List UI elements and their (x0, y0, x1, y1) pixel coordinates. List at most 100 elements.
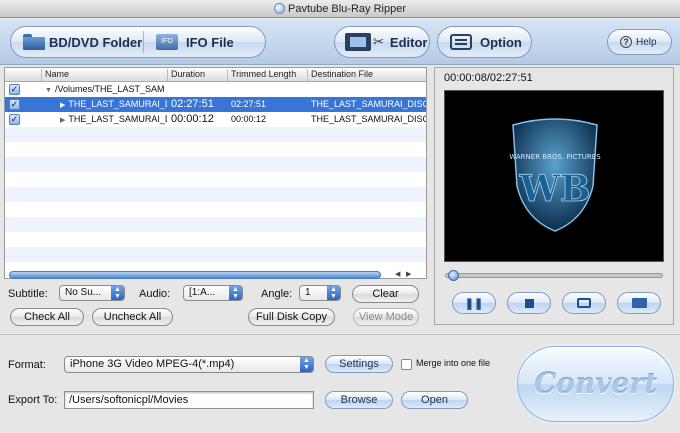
stop-icon (524, 298, 534, 308)
open-button[interactable]: Open (401, 391, 468, 409)
seek-handle[interactable] (448, 270, 459, 281)
table-row[interactable]: ✓ ▼/Volumes/THE_LAST_SAM (5, 82, 426, 97)
export-label: Export To: (8, 394, 58, 406)
clear-button[interactable]: Clear (352, 285, 419, 303)
seek-bar[interactable] (445, 273, 663, 278)
help-label: Help (636, 36, 657, 48)
empty-row (5, 232, 426, 247)
folder-icon (23, 34, 45, 50)
empty-row (5, 247, 426, 262)
row-checkbox[interactable]: ✓ (9, 99, 20, 110)
column-header-name[interactable]: Name (41, 69, 167, 81)
merge-checkbox[interactable] (401, 359, 412, 370)
audio-value: [1:A... (189, 287, 216, 298)
empty-row (5, 157, 426, 172)
option-label: Option (480, 34, 522, 50)
subtitle-label: Subtitle: (8, 288, 48, 300)
option-button[interactable]: Option (437, 26, 532, 58)
row-checkbox[interactable]: ✓ (9, 84, 20, 95)
list-header: Name Duration Trimmed Length Destination… (5, 68, 426, 82)
angle-label: Angle: (261, 288, 293, 300)
format-select[interactable]: iPhone 3G Video MPEG-4(*.mp4) ▲ ▼ (64, 356, 314, 373)
format-label: Format: (8, 359, 46, 371)
logo-letters: WB (519, 168, 591, 210)
open-folder-button[interactable] (617, 292, 661, 314)
snapshot-button[interactable] (562, 292, 606, 314)
stepper-icon: ▲ ▼ (300, 357, 313, 372)
check-all-button[interactable]: Check All (10, 308, 84, 326)
disclosure-closed-icon[interactable]: ▶ (60, 98, 65, 112)
camera-icon (577, 298, 591, 308)
row-name: ▶ THE_LAST_SAMURAI_DI (60, 112, 167, 127)
bd-dvd-folder-button[interactable]: BD/DVD Folder (11, 27, 143, 57)
title-bar: Pavtube Blu-Ray Ripper (0, 0, 680, 18)
angle-select[interactable]: 1 ▲ ▼ (299, 285, 341, 301)
toolbar: BD/DVD Folder IFO IFO File ✂ Editor Opti… (0, 19, 680, 65)
ifo-file-button[interactable]: IFO IFO File (144, 27, 234, 57)
empty-row (5, 187, 426, 202)
logo-text: WARNER BROS. PICTURES (509, 153, 601, 161)
uncheck-all-button[interactable]: Uncheck All (92, 308, 173, 326)
stepper-icon: ▲ ▼ (111, 286, 124, 300)
row-destination-file: THE_LAST_SAMURAI_DISC (311, 114, 426, 124)
option-icon (450, 34, 472, 50)
table-row[interactable]: ✓ ▶ THE_LAST_SAMURAI_DI 00:00:12 00:00:12 THE… (5, 112, 426, 127)
help-button[interactable]: ? Help (607, 29, 672, 55)
playback-time: 00:00:08/02:27:51 (444, 72, 533, 84)
export-path-field[interactable]: /Users/softonicpl/Movies (64, 391, 314, 409)
empty-row (5, 217, 426, 232)
scrollbar-thumb[interactable] (9, 271, 381, 279)
column-header-destination-file[interactable]: Destination File (307, 69, 428, 81)
column-header-duration[interactable]: Duration (167, 69, 227, 81)
row-trimmed-length: 00:00:12 (231, 114, 267, 124)
row-name-text: /Volumes/THE_LAST_SAM (54, 84, 165, 94)
empty-row (5, 202, 426, 217)
merge-label: Merge into one file (416, 358, 491, 368)
scroll-left-icon[interactable]: ◀ (395, 270, 400, 278)
editor-label: Editor (389, 34, 428, 50)
table-row[interactable]: ✓ ▶ THE_LAST_SAMURAI_DI 02:27:51 02:27:51 THE… (5, 97, 426, 112)
help-icon: ? (620, 36, 632, 48)
empty-row (5, 127, 426, 142)
convert-button[interactable]: Convert (517, 346, 674, 422)
subtitle-select[interactable]: No Su... ▲ ▼ (59, 285, 125, 301)
row-checkbox[interactable]: ✓ (9, 114, 20, 125)
row-duration: 02:27:51 (171, 98, 214, 110)
pause-icon: ❚❚ (464, 297, 484, 310)
bd-dvd-folder-label: BD/DVD Folder (49, 34, 143, 50)
scissors-icon: ✂ (373, 34, 384, 49)
folder-icon (631, 298, 647, 308)
load-source-group: BD/DVD Folder IFO IFO File (10, 26, 266, 58)
stepper-icon: ▲ ▼ (229, 286, 242, 300)
empty-row (5, 142, 426, 157)
ifo-icon: IFO (156, 34, 178, 50)
row-name-text: THE_LAST_SAMURAI_DI (68, 114, 167, 124)
stop-button[interactable] (507, 292, 551, 314)
view-mode-button[interactable]: View Mode (353, 308, 419, 326)
row-name: ▼/Volumes/THE_LAST_SAM (45, 82, 167, 97)
audio-select[interactable]: [1:A... ▲ ▼ (183, 285, 243, 301)
app-icon (273, 3, 285, 14)
disclosure-open-icon[interactable]: ▼ (45, 83, 52, 97)
editor-button[interactable]: ✂ Editor (334, 26, 430, 58)
full-disk-copy-button[interactable]: Full Disk Copy (248, 308, 335, 326)
row-trimmed-length: 02:27:51 (231, 99, 267, 109)
row-name: ▶ THE_LAST_SAMURAI_DI (60, 97, 167, 112)
settings-button[interactable]: Settings (325, 355, 393, 373)
format-value: iPhone 3G Video MPEG-4(*.mp4) (70, 358, 235, 370)
scroll-right-icon[interactable]: ▶ (406, 270, 411, 278)
video-preview: WARNER BROS. PICTURES WB (444, 90, 664, 262)
audio-label: Audio: (139, 288, 171, 300)
ifo-file-label: IFO File (186, 34, 234, 50)
subtitle-value: No Su... (65, 287, 102, 298)
angle-value: 1 (305, 287, 311, 298)
horizontal-scrollbar[interactable]: ◀ ▶ (9, 271, 421, 279)
disclosure-closed-icon[interactable]: ▶ (60, 113, 65, 127)
row-duration: 00:00:12 (171, 113, 214, 125)
column-header-trimmed-length[interactable]: Trimmed Length (227, 69, 307, 81)
pause-button[interactable]: ❚❚ (452, 292, 496, 314)
browse-button[interactable]: Browse (325, 391, 393, 409)
empty-row (5, 172, 426, 187)
window-title: Pavtube Blu-Ray Ripper (287, 3, 406, 15)
warner-bros-logo: WARNER BROS. PICTURES WB (509, 118, 601, 232)
